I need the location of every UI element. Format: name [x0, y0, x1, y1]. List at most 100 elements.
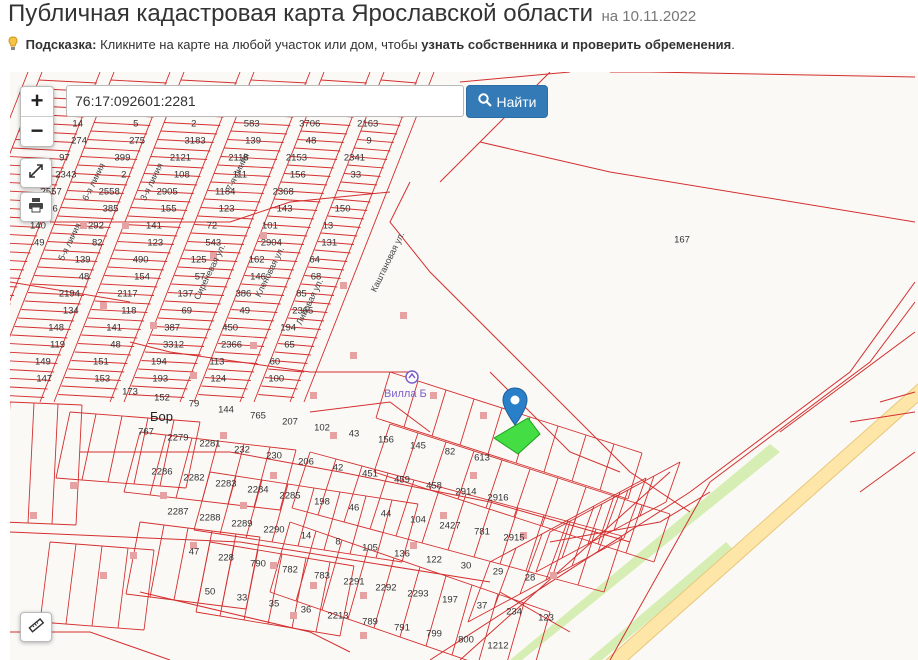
parcel-number: 2281: [199, 438, 221, 450]
parcel-number: 2163: [357, 118, 379, 130]
parcel-line: [107, 266, 164, 271]
parcel-number: 79: [188, 398, 200, 410]
parcel-number: 613: [474, 452, 490, 464]
parcel-line: [125, 593, 247, 610]
parcel-number: 104: [410, 514, 426, 526]
parcel-number: 2279: [167, 432, 189, 444]
parcel-number: 124: [210, 373, 227, 385]
parcel-number: 385: [102, 203, 119, 215]
parcel-number: 152: [154, 392, 170, 404]
parcel-number: 2283: [215, 478, 237, 490]
zoom-control: + −: [20, 86, 54, 147]
parcel-number: 198: [314, 496, 330, 508]
parcel-number: 194: [150, 356, 167, 368]
parcel-number: 2368: [272, 186, 294, 198]
building-footprint: [100, 572, 107, 579]
parcel-number: 43: [348, 428, 360, 440]
parcel-line: [337, 190, 374, 194]
cadastral-map[interactable]: 4601037111131151371512182215225689150145…: [10, 72, 918, 660]
parcel-line: [341, 181, 378, 186]
parcel-line: [314, 249, 351, 254]
parcel-line: [287, 164, 334, 169]
map-canvas[interactable]: [10, 72, 918, 660]
parcel-line: [347, 164, 384, 169]
parcel-number: 82: [92, 237, 103, 249]
parcel-line: [535, 501, 667, 573]
parcel-line: [307, 266, 344, 271]
parcel-number: 151: [92, 356, 109, 368]
lightbulb-icon: [8, 36, 18, 54]
parcel-line: [599, 443, 615, 491]
parcel-line: [51, 232, 108, 237]
parcel-line: [127, 215, 184, 220]
parcel-number: 197: [442, 594, 458, 606]
cadastral-number-input[interactable]: [66, 85, 464, 117]
parcel-number: 36: [300, 604, 312, 616]
parcel-line: [10, 401, 83, 406]
zoom-in-button[interactable]: +: [21, 87, 53, 116]
parcel-line: [10, 260, 28, 262]
building-footprint: [430, 392, 437, 399]
parcel-line: [131, 385, 188, 390]
parcel-line: [230, 130, 288, 135]
parcel-number: 2: [191, 118, 197, 130]
find-button[interactable]: Найти: [466, 85, 548, 118]
parcel-number: 97: [59, 152, 70, 164]
find-button-label: Найти: [496, 93, 537, 110]
parcel-number: 800: [458, 634, 474, 646]
building-footprint: [550, 572, 557, 579]
hint-label: Подсказка:: [25, 37, 97, 52]
poi-label-villa[interactable]: Вилла Б: [384, 388, 427, 400]
parcel-line: [141, 360, 198, 364]
parcel-number: 28: [524, 572, 536, 584]
parcel-line: [214, 351, 261, 356]
building-footprint: [190, 372, 197, 379]
parcel-number: 206: [298, 456, 314, 468]
parcel-number: 2290: [263, 524, 285, 536]
parcel-number: 139: [245, 135, 262, 147]
parcel-line: [58, 394, 115, 398]
parcel-line: [627, 452, 643, 500]
parcel-number: 156: [378, 434, 394, 446]
parcel-number: 46: [348, 502, 360, 514]
parcel-line: [151, 334, 208, 339]
parcel-number: 48: [305, 135, 317, 147]
ruler-button[interactable]: [20, 612, 52, 642]
print-button[interactable]: [20, 192, 52, 222]
building-footprint: [100, 302, 107, 309]
building-footprint: [410, 542, 417, 549]
parcel-line: [369, 472, 389, 530]
parcel-line: [81, 334, 138, 339]
parcel-number: 33: [350, 169, 362, 181]
parcel-number: 44: [380, 508, 392, 520]
parcel-number: 29: [492, 566, 504, 578]
expand-arrows-icon: [28, 163, 44, 184]
building-footprint: [220, 432, 227, 439]
parcel-line: [191, 232, 248, 237]
parcel-line: [91, 309, 148, 313]
parcel-line: [27, 402, 35, 524]
parcel-number: 2366: [220, 339, 243, 351]
parcel-number: 3183: [184, 135, 206, 147]
parcel-line: [10, 234, 38, 237]
parcel-line: [373, 423, 391, 473]
fullscreen-button[interactable]: [20, 158, 52, 188]
parcel-number: 386: [235, 288, 252, 300]
parcel-line: [274, 351, 311, 356]
parcel-number: 33: [236, 592, 248, 604]
parcel-line: [250, 79, 307, 84]
location-pin-icon[interactable]: [502, 387, 528, 427]
poi-icon[interactable]: [405, 370, 419, 384]
parcel-line: [91, 545, 103, 627]
parcel-number: 102: [314, 422, 330, 434]
parcel-number: 123: [147, 237, 164, 249]
parcel-number: 2558: [98, 186, 120, 198]
parcel-line: [74, 351, 131, 356]
parcel-number: 30: [460, 560, 472, 572]
parcel-line: [117, 241, 174, 245]
building-footprint: [122, 222, 129, 229]
parcel-line: [110, 79, 167, 84]
parcel-number: 82: [444, 446, 456, 458]
parcel-line: [10, 395, 45, 398]
zoom-out-button[interactable]: −: [21, 116, 53, 146]
